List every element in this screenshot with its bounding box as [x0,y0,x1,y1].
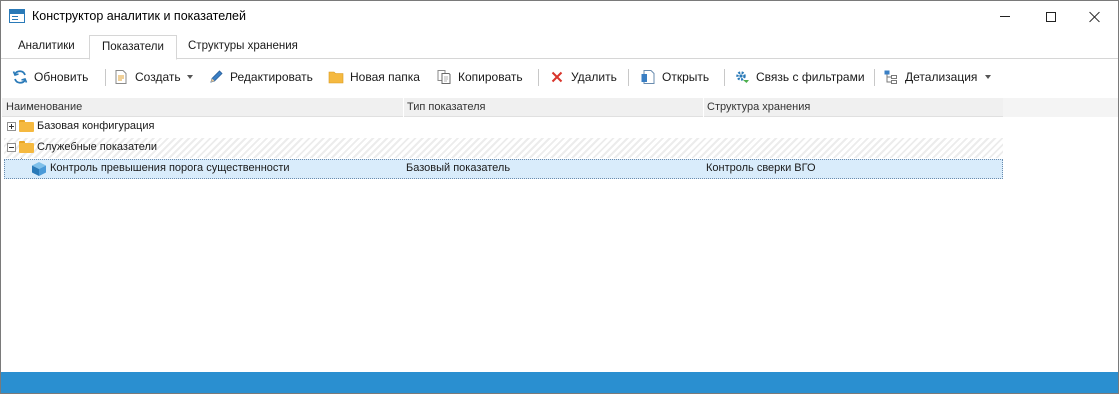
window-title: Конструктор аналитик и показателей [32,9,246,23]
grid-header-filler [1003,98,1118,117]
main-window: Конструктор аналитик и показателей Анали… [0,0,1119,394]
copy-button[interactable]: Копировать [436,64,523,90]
new-folder-label: Новая папка [350,70,420,84]
hierarchy-icon [884,70,897,84]
column-header-name[interactable]: Наименование [6,101,82,113]
row-name: Контроль превышения порога существенност… [50,162,290,174]
status-bar [1,372,1118,393]
copy-icon [437,70,451,84]
tab-analytics[interactable]: Аналитики [6,35,87,59]
column-header-storage[interactable]: Структура хранения [707,101,810,113]
open-document-icon [641,70,655,84]
tab-storage-structures[interactable]: Структуры хранения [176,35,310,59]
column-divider[interactable] [403,98,404,117]
title-bar[interactable]: Конструктор аналитик и показателей [1,1,1118,32]
filters-link-label: Связь с фильтрами [756,70,865,84]
close-button[interactable] [1072,1,1118,32]
row-type: Базовый показатель [406,162,511,174]
copy-label: Копировать [458,70,523,84]
row-name: Базовая конфигурация [37,120,155,132]
tab-strip: Аналитики Показатели Структуры хранения [1,35,1118,60]
detail-button[interactable]: Детализация [883,64,977,90]
toolbar: Обновить Создать Редактировать Новая пап [1,64,1118,90]
minimize-button[interactable] [982,1,1028,32]
open-label: Открыть [662,70,710,84]
delete-button[interactable]: Удалить [549,64,617,90]
toolbar-separator [724,69,725,86]
edit-button[interactable]: Редактировать [208,64,313,90]
gear-link-icon [736,71,749,83]
toolbar-separator [105,69,106,86]
refresh-icon [12,70,28,84]
refresh-button[interactable]: Обновить [12,64,88,90]
toolbar-separator [538,69,539,86]
toolbar-separator [874,69,875,86]
row-storage: Контроль сверки ВГО [706,162,816,174]
chevron-down-icon [187,75,193,79]
tab-indicators[interactable]: Показатели [89,35,177,60]
filters-link-button[interactable]: Связь с фильтрами [734,64,865,90]
row-name: Служебные показатели [37,141,158,153]
refresh-label: Обновить [34,70,89,84]
expand-icon[interactable] [7,122,16,131]
tree-row[interactable]: Служебные показатели [4,138,1003,158]
create-dropdown-button[interactable] [187,64,193,90]
indicator-cube-icon [32,162,46,176]
pencil-icon [210,70,223,83]
folder-icon [328,71,344,84]
x-icon [551,71,563,83]
column-divider[interactable] [703,98,704,117]
detail-dropdown-button[interactable] [985,64,991,90]
create-label: Создать [135,70,181,84]
column-header-type[interactable]: Тип показателя [407,101,485,113]
maximize-icon [1046,11,1056,22]
delete-label: Удалить [571,70,617,84]
detail-label: Детализация [905,70,978,84]
new-folder-button[interactable]: Новая папка [328,64,420,90]
tree-row[interactable]: Базовая конфигурация [4,117,1003,137]
maximize-button[interactable] [1028,1,1074,32]
toolbar-separator [628,69,629,86]
tree-row-selected[interactable]: Контроль превышения порога существенност… [4,159,1003,179]
app-window-icon [9,9,25,23]
grid-header: Наименование Тип показателя Структура хр… [2,98,1003,117]
document-icon [115,70,127,84]
edit-label: Редактировать [230,70,313,84]
collapse-icon[interactable] [7,143,16,152]
open-button[interactable]: Открыть [640,64,709,90]
create-button[interactable]: Создать [113,64,181,90]
folder-icon [19,141,34,153]
minimize-icon [1000,16,1010,17]
close-icon [1089,11,1101,23]
folder-icon [19,120,34,132]
chevron-down-icon [985,75,991,79]
